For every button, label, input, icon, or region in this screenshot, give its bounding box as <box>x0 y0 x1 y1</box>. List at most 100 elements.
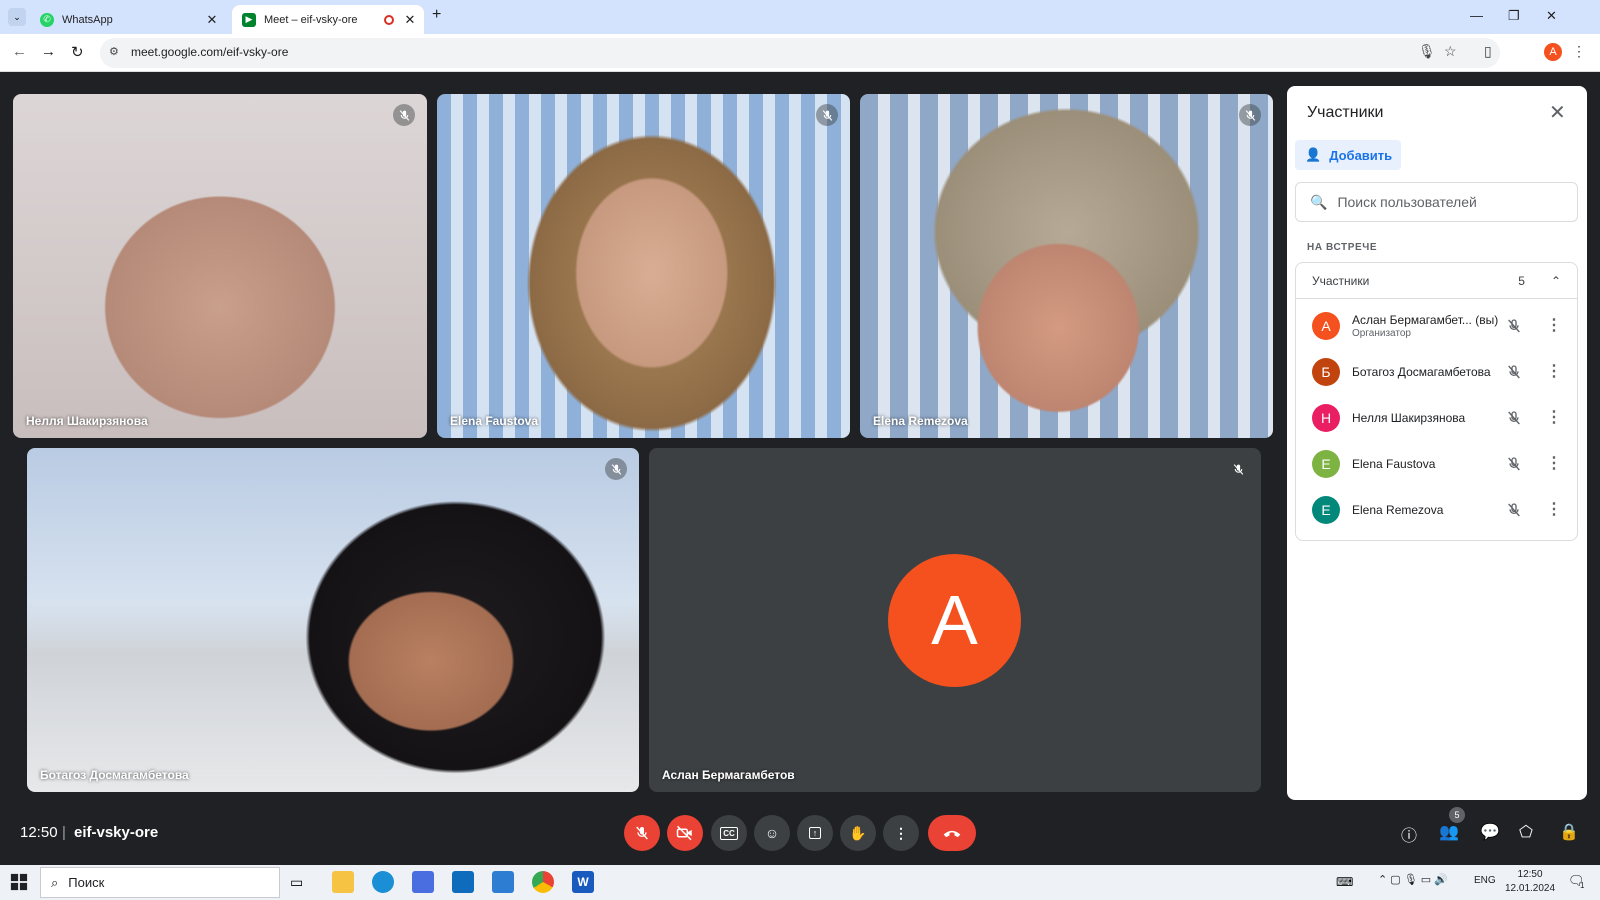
group-header[interactable]: Участники 5 ⌃ <box>1296 263 1577 299</box>
close-panel-button[interactable]: ✕ <box>1549 100 1566 125</box>
search-icon: 🔍 <box>1310 193 1328 210</box>
browser-tab-bar: ⌄ ✆ WhatsApp ✕ ▶ Meet – eif-vsky-ore ✕ +… <box>0 0 1600 34</box>
avatar: E <box>1312 450 1340 478</box>
participant-row[interactable]: E Elena Remezova ⋮ <box>1296 487 1579 533</box>
reload-button[interactable]: ↻ <box>71 43 84 61</box>
tab-close-icon[interactable]: ✕ <box>204 12 220 28</box>
mic-toggle-button[interactable] <box>624 815 660 851</box>
more-options-button[interactable]: ⋮ <box>883 815 919 851</box>
participant-row[interactable]: E Elena Faustova ⋮ <box>1296 441 1579 487</box>
bookmark-star-icon[interactable]: ☆ <box>1444 43 1457 60</box>
taskbar-search[interactable]: ⌕ Поиск <box>40 867 280 898</box>
minimize-button[interactable]: — <box>1470 8 1483 23</box>
section-label: НА ВСТРЕЧЕ <box>1307 242 1378 253</box>
notifications-count: 1 <box>1580 881 1585 890</box>
mic-off-icon[interactable] <box>1506 456 1522 477</box>
side-panel-icon[interactable]: ▯ <box>1484 43 1492 60</box>
avatar: Б <box>1312 358 1340 386</box>
avatar: E <box>1312 496 1340 524</box>
chat-icon[interactable]: 💬 <box>1480 822 1500 842</box>
meet-icon: ▶ <box>242 12 256 27</box>
windows-start-icon[interactable] <box>10 873 28 896</box>
muted-mic-icon <box>1227 458 1249 480</box>
profile-avatar[interactable]: A <box>1544 43 1562 61</box>
tray-icons[interactable]: ⌃ ▢ 🎙 ▭ 🔊 <box>1378 873 1448 886</box>
microphone-icon[interactable]: 🎙 <box>1418 43 1436 60</box>
participant-row[interactable]: А Аслан Бермагамбет... (вы) Организатор ⋮ <box>1296 303 1579 349</box>
photos-icon[interactable] <box>492 871 514 893</box>
participant-row[interactable]: Н Нелля Шакирзянова ⋮ <box>1296 395 1579 441</box>
windows-taskbar: ⌕ Поиск ▭ W ⌨ ⌃ ▢ 🎙 ▭ 🔊 ENG 12:50 12.01.… <box>0 865 1600 900</box>
camera-toggle-button[interactable] <box>667 815 703 851</box>
host-controls-icon[interactable]: 🔒 <box>1559 822 1579 842</box>
task-view-icon[interactable]: ▭ <box>290 871 312 893</box>
new-tab-button[interactable]: + <box>432 6 441 24</box>
muted-mic-icon <box>816 104 838 126</box>
mail-icon[interactable] <box>452 871 474 893</box>
search-placeholder: Поиск пользователей <box>1337 194 1477 210</box>
reactions-button[interactable]: ☺ <box>754 815 790 851</box>
more-options-icon[interactable]: ⋮ <box>1546 453 1562 473</box>
raise-hand-button[interactable]: ✋ <box>840 815 876 851</box>
participant-name: Elena Remezova <box>873 414 968 428</box>
keyboard-icon[interactable]: ⌨ <box>1336 871 1358 893</box>
people-icon[interactable]: 👥 <box>1439 822 1459 842</box>
omnibox[interactable] <box>100 38 1500 68</box>
avatar: А <box>1312 312 1340 340</box>
participant-row-name: Аслан Бермагамбет... (вы) <box>1352 313 1499 327</box>
video-tile[interactable]: Нелля Шакирзянова <box>13 94 427 438</box>
captions-icon: CC <box>720 826 738 840</box>
system-clock[interactable]: 12:50 12.01.2024 <box>1505 868 1555 896</box>
mic-off-icon[interactable] <box>1506 364 1522 385</box>
clock-date: 12.01.2024 <box>1505 883 1556 894</box>
more-options-icon[interactable]: ⋮ <box>1546 315 1562 335</box>
store-icon[interactable] <box>412 871 434 893</box>
mic-off-icon[interactable] <box>1506 410 1522 431</box>
more-options-icon[interactable]: ⋮ <box>1546 499 1562 519</box>
search-people-input[interactable]: 🔍 Поиск пользователей <box>1295 182 1578 222</box>
video-tile[interactable]: Elena Faustova <box>437 94 850 438</box>
activities-icon[interactable]: ⬠ <box>1519 822 1533 842</box>
tab-meet[interactable]: ▶ Meet – eif-vsky-ore ✕ <box>232 5 424 34</box>
more-options-icon[interactable]: ⋮ <box>1546 407 1562 427</box>
add-people-button[interactable]: 👤 Добавить <box>1295 140 1401 170</box>
chevron-up-icon[interactable]: ⌃ <box>1551 274 1561 288</box>
tab-close-icon[interactable]: ✕ <box>402 12 418 28</box>
address-bar-row: ← → ↻ ⚙ meet.google.com/eif-vsky-ore 🎙 ☆… <box>0 34 1600 72</box>
meeting-info-icon[interactable]: ⓘ <box>1401 822 1417 846</box>
language-indicator[interactable]: ENG <box>1474 875 1496 886</box>
chrome-icon[interactable] <box>532 871 554 893</box>
site-info-icon[interactable]: ⚙ <box>109 45 119 58</box>
mic-off-icon[interactable] <box>1506 502 1522 523</box>
video-tile[interactable]: Elena Remezova <box>860 94 1273 438</box>
muted-mic-icon <box>1239 104 1261 126</box>
more-vert-icon: ⋮ <box>894 824 908 841</box>
participant-row[interactable]: Б Ботагоз Досмагамбетова ⋮ <box>1296 349 1579 395</box>
tab-whatsapp[interactable]: ✆ WhatsApp ✕ <box>30 5 226 34</box>
video-tile[interactable]: Ботагоз Досмагамбетова <box>27 448 639 792</box>
url-text[interactable]: meet.google.com/eif-vsky-ore <box>131 45 288 59</box>
more-options-icon[interactable]: ⋮ <box>1546 361 1562 381</box>
participant-name: Elena Faustova <box>450 414 539 428</box>
participant-role: Организатор <box>1352 328 1411 339</box>
word-icon[interactable]: W <box>572 871 594 893</box>
browser-menu-icon[interactable]: ⋮ <box>1572 43 1586 60</box>
back-button[interactable]: ← <box>12 43 27 60</box>
edge-icon[interactable] <box>372 871 394 893</box>
video-tile[interactable]: A Аслан Бермагамбетов <box>649 448 1261 792</box>
mic-off-icon[interactable] <box>1506 318 1522 339</box>
tab-search-button[interactable]: ⌄ <box>8 8 26 26</box>
forward-button[interactable]: → <box>41 43 56 60</box>
participant-name: Ботагоз Досмагамбетова <box>40 768 189 782</box>
leave-call-button[interactable] <box>928 815 976 851</box>
file-explorer-icon[interactable] <box>332 871 354 893</box>
window-close-button[interactable]: ✕ <box>1546 8 1557 24</box>
present-screen-button[interactable]: ↑ <box>797 815 833 851</box>
add-person-icon: 👤 <box>1305 147 1322 162</box>
panel-title: Участники <box>1307 104 1384 121</box>
participant-avatar: A <box>888 554 1021 687</box>
restore-button[interactable]: ❐ <box>1508 8 1520 24</box>
meeting-time: 12:50 <box>20 824 58 841</box>
captions-button[interactable]: CC <box>711 815 747 851</box>
clock-time: 12:50 <box>1517 869 1543 880</box>
